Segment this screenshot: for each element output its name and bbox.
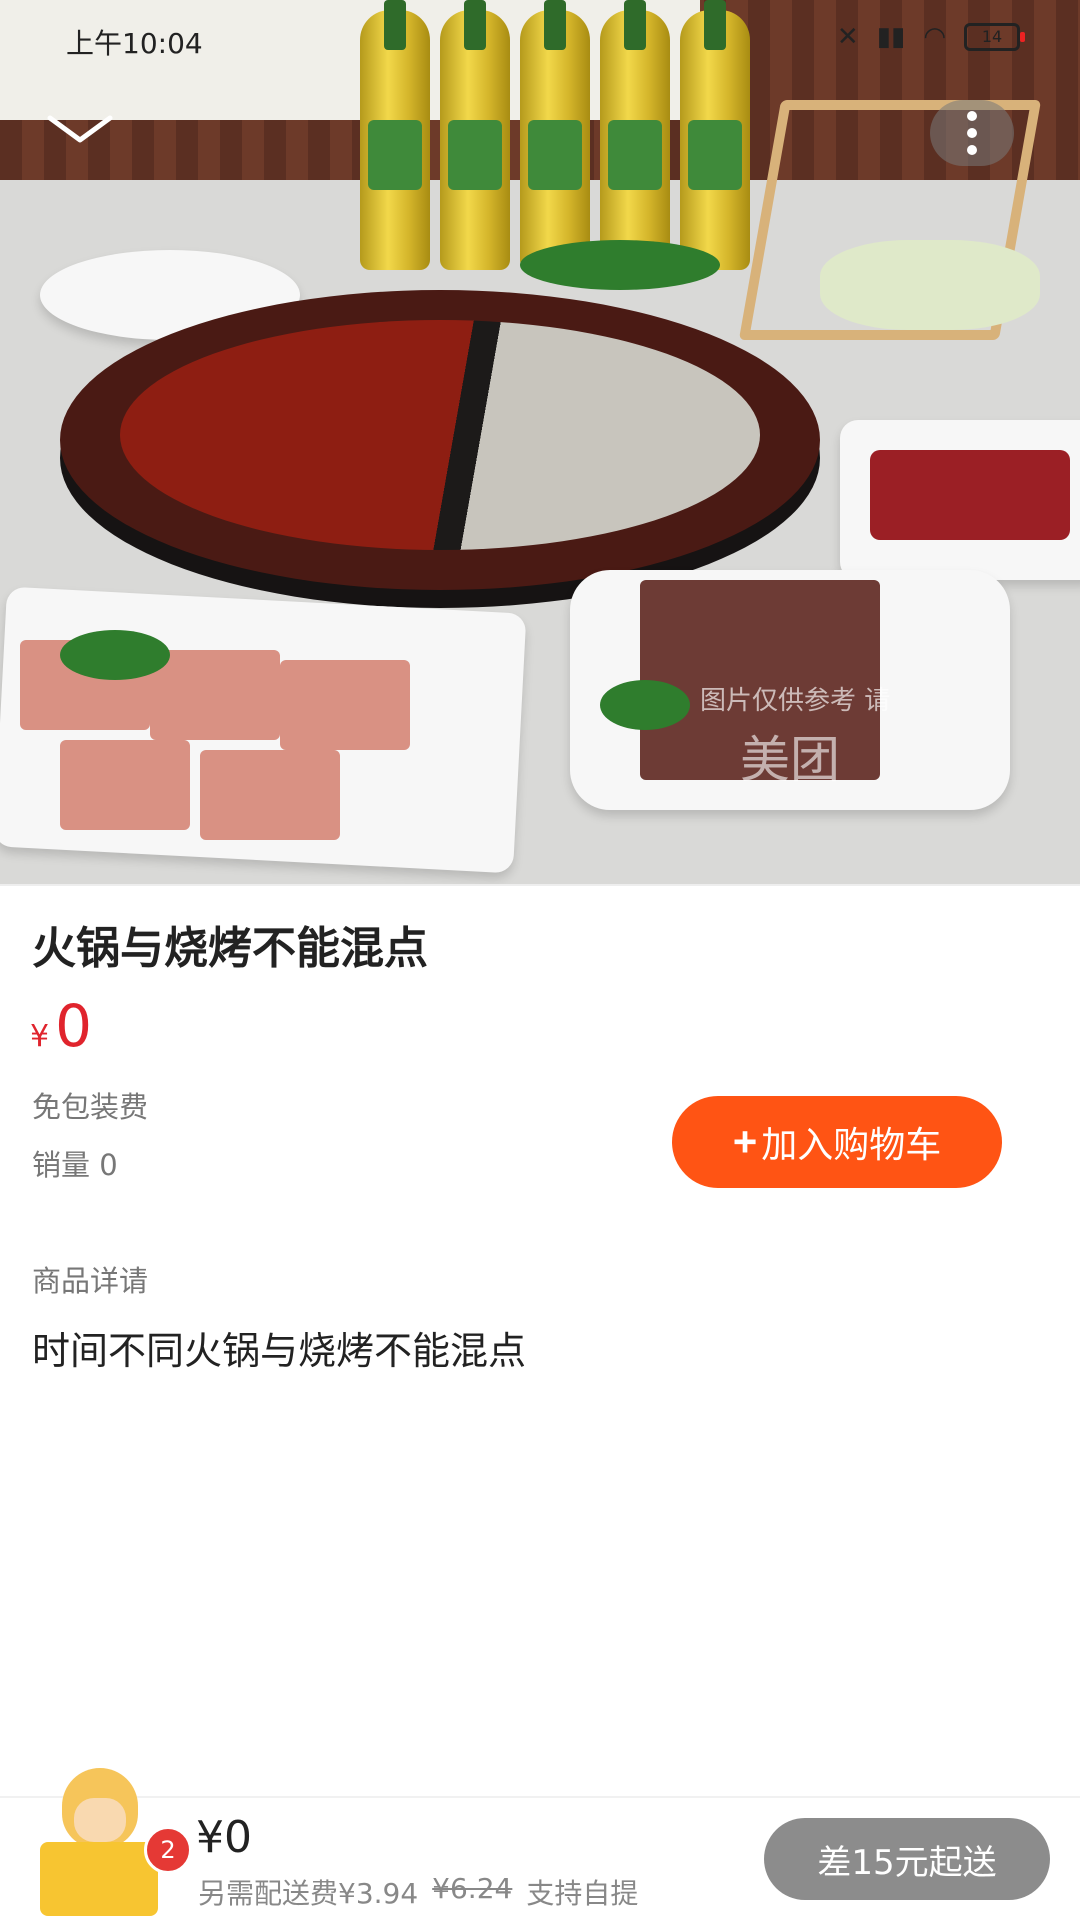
photo-spam — [150, 650, 280, 740]
wifi-icon: ◠ — [923, 22, 946, 52]
photo-spam — [280, 660, 410, 750]
packaging-note: 免包装费 — [32, 1090, 149, 1124]
bluetooth-off-icon: ✕ — [836, 22, 859, 52]
photo-bottle — [600, 0, 670, 270]
details-label: 商品详请 — [32, 1264, 149, 1298]
delivery-fee-note: 另需配送费¥3.94 — [198, 1877, 419, 1910]
status-time: 上午10:04 — [66, 27, 203, 60]
photo-bottle — [680, 0, 750, 270]
more-options-button[interactable] — [930, 100, 1014, 166]
product-title: 火锅与烧烤不能混点 — [32, 923, 428, 974]
status-indicators: ✕ ▮▮ ◠ 14 — [836, 22, 1025, 52]
divider — [0, 884, 1080, 886]
photo-spam — [200, 750, 340, 840]
photo-bottle — [360, 0, 430, 270]
price-value: 0 — [55, 992, 92, 1060]
photo-bottle — [440, 0, 510, 270]
photo-meat — [870, 450, 1070, 540]
currency-symbol: ¥ — [30, 1019, 50, 1054]
photo-cilantro — [60, 630, 170, 680]
cart-total: ¥0 — [196, 1812, 252, 1863]
photo-bottle — [520, 0, 590, 270]
add-to-cart-button[interactable]: + 加入购物车 — [672, 1096, 1002, 1188]
photo-hotpot — [60, 290, 820, 590]
cart-count-badge: 2 — [144, 1826, 192, 1874]
sales-count: 销量 0 — [32, 1148, 118, 1182]
checkout-button[interactable]: 差15元起送 — [764, 1818, 1050, 1900]
pickup-note: 支持自提 — [526, 1877, 639, 1910]
chevron-down-icon — [47, 115, 113, 143]
more-vertical-icon — [967, 111, 977, 155]
photo-cilantro — [600, 680, 690, 730]
photo-cabbage — [820, 240, 1040, 330]
image-watermark-brand: 美团 — [740, 731, 840, 789]
plus-icon: + — [732, 1118, 758, 1165]
add-to-cart-label: 加入购物车 — [761, 1124, 942, 1165]
photo-spam — [60, 740, 190, 830]
battery-icon: 14 — [964, 23, 1025, 51]
cart-fee-info: 另需配送费¥3.94 ¥6.24 支持自提 — [198, 1872, 638, 1912]
product-price: ¥ 0 — [30, 992, 92, 1060]
collapse-button[interactable] — [40, 100, 120, 160]
product-image: 图片仅供参考 请 美团 — [0, 0, 1080, 884]
image-watermark-text: 图片仅供参考 请 — [700, 686, 891, 716]
signal-icon: ▮▮ — [876, 22, 906, 52]
photo-greens — [520, 240, 720, 290]
details-text: 时间不同火锅与烧烤不能混点 — [32, 1329, 527, 1373]
original-delivery-fee: ¥6.24 — [432, 1872, 513, 1905]
